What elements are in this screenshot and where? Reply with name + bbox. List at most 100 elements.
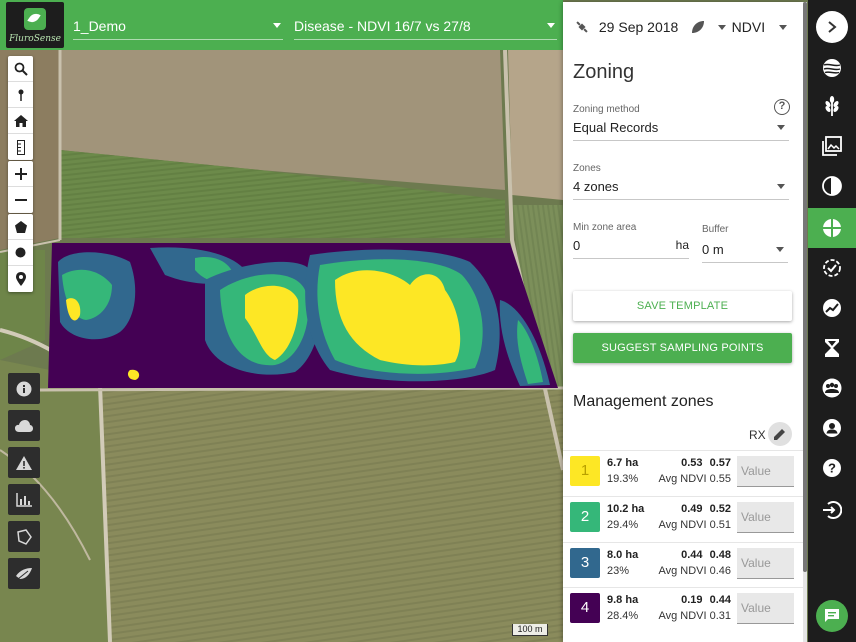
marker-icon: [15, 272, 26, 286]
chevron-down-icon: [273, 23, 281, 28]
field-boundary-button[interactable]: [8, 521, 40, 552]
zone-percent: 28.4%: [607, 610, 639, 622]
rx-edit-button[interactable]: [768, 422, 792, 446]
save-template-button[interactable]: SAVE TEMPLATE: [573, 291, 792, 321]
zone-row[interactable]: 2 10.2 ha 29.4% 0.49 0.52 Avg NDVI 0.51 Value: [563, 496, 803, 542]
zone-avg-ndvi: Avg NDVI 0.46: [658, 565, 731, 577]
chart-button[interactable]: [8, 484, 40, 515]
zone-value-input[interactable]: Value: [737, 593, 794, 624]
zone-row[interactable]: 3 8.0 ha 23% 0.44 0.48 Avg NDVI 0.46 Value: [563, 542, 803, 588]
zone-value-input[interactable]: Value: [737, 456, 794, 487]
minus-icon: [14, 199, 27, 201]
leaf-logo-icon: [24, 8, 46, 30]
search-icon: [14, 62, 28, 76]
chevron-down-icon: [718, 25, 727, 30]
zone-ndvi-range: 0.49 0.52: [681, 503, 731, 515]
globe-icon: [823, 59, 841, 77]
chevron-right-icon: [828, 21, 837, 33]
rail-help[interactable]: ?: [808, 448, 856, 488]
zones-value: 4 zones: [573, 179, 789, 200]
info-icon: [16, 381, 32, 396]
warning-icon: [16, 455, 32, 470]
field-shape-icon: [17, 528, 32, 545]
svg-text:?: ?: [828, 461, 836, 476]
zoning-method-select[interactable]: Zoning method Equal Records: [573, 104, 789, 141]
panel-scrollbar[interactable]: [803, 2, 807, 642]
date-select[interactable]: 29 Sep 2018: [575, 19, 727, 35]
zone-swatch: 2: [570, 502, 600, 532]
rail-contrast[interactable]: [808, 166, 856, 206]
farm-select[interactable]: 1_Demo: [73, 0, 283, 50]
wheat-icon: [825, 96, 839, 116]
pin-tool[interactable]: [8, 82, 33, 108]
rail-crop[interactable]: [808, 86, 856, 126]
zone-row[interactable]: 1 6.7 ha 19.3% 0.53 0.57 Avg NDVI 0.55 Value: [563, 450, 803, 496]
chevron-down-icon: [777, 184, 785, 189]
brand-logo[interactable]: FluroSense: [6, 2, 64, 48]
min-zone-area-input[interactable]: 0 ha: [573, 238, 689, 259]
zoom-in-button[interactable]: [8, 161, 33, 187]
right-nav-rail: ?: [808, 0, 856, 642]
ruler-tool[interactable]: [8, 134, 33, 160]
zones-select[interactable]: Zones 4 zones: [573, 163, 789, 200]
zone-percent: 23%: [607, 565, 630, 577]
zone-avg-ndvi: Avg NDVI 0.51: [658, 519, 731, 531]
rail-zoning[interactable]: [808, 208, 856, 248]
chevron-down-icon: [777, 125, 785, 130]
zoning-method-label: Zoning method: [573, 104, 640, 115]
buffer-select[interactable]: Buffer 0 m: [702, 224, 788, 263]
draw-tools: [8, 214, 33, 292]
rail-layers[interactable]: [808, 48, 856, 88]
weather-button[interactable]: [8, 410, 40, 441]
zoom-controls: [8, 161, 33, 213]
zoning-method-value: Equal Records: [573, 120, 789, 141]
zone-value-input[interactable]: Value: [737, 548, 794, 579]
scrollbar-thumb[interactable]: [803, 2, 807, 572]
draw-polygon-tool[interactable]: [8, 214, 33, 240]
rail-logout[interactable]: [808, 490, 856, 530]
zone-ndvi-range: 0.19 0.44: [681, 594, 731, 606]
suggest-sampling-points-button[interactable]: SUGGEST SAMPLING POINTS: [573, 333, 792, 363]
zone-avg-ndvi: Avg NDVI 0.55: [658, 473, 731, 485]
info-button[interactable]: [8, 373, 40, 404]
rail-photos[interactable]: [808, 126, 856, 166]
map-scale-bar: 100 m: [512, 624, 548, 636]
min-zone-area-field[interactable]: Min zone area 0 ha: [573, 222, 689, 259]
rail-trend[interactable]: [808, 288, 856, 328]
rail-user[interactable]: [808, 408, 856, 448]
draw-marker-tool[interactable]: [8, 266, 33, 292]
logo-text: FluroSense: [9, 34, 61, 44]
home-tool[interactable]: [8, 108, 33, 134]
index-select[interactable]: NDVI: [732, 19, 787, 35]
collapse-panel-button[interactable]: [816, 11, 848, 43]
panel-title: Zoning: [573, 61, 635, 83]
leaf-icon: [692, 21, 705, 33]
min-zone-area-unit: ha: [675, 238, 689, 252]
zone-swatch: 4: [570, 593, 600, 623]
layer-select-value: Disease - NDVI 16/7 vs 27/8: [294, 18, 471, 34]
zones-label: Zones: [573, 163, 601, 174]
rail-check[interactable]: [808, 248, 856, 288]
layer-select[interactable]: Disease - NDVI 16/7 vs 27/8: [294, 0, 557, 50]
rail-history[interactable]: [808, 328, 856, 368]
trend-icon: [823, 299, 841, 317]
zoom-out-button[interactable]: [8, 187, 33, 213]
draw-circle-tool[interactable]: [8, 240, 33, 266]
crop-button[interactable]: [8, 558, 40, 589]
logout-icon: [823, 501, 842, 519]
zone-ndvi-range: 0.53 0.57: [681, 457, 731, 469]
zone-area: 9.8 ha: [607, 594, 639, 606]
chat-button[interactable]: [816, 600, 848, 632]
zone-row[interactable]: 4 9.8 ha 28.4% 0.19 0.44 Avg NDVI 0.31 Value: [563, 587, 803, 633]
alerts-button[interactable]: [8, 447, 40, 478]
bar-chart-icon: [16, 492, 32, 507]
zone-area: 10.2 ha: [607, 503, 645, 515]
user-icon: [823, 419, 841, 437]
search-tool[interactable]: [8, 56, 33, 82]
ndvi-zone-overlay[interactable]: [48, 243, 558, 388]
buffer-label: Buffer: [702, 224, 729, 235]
zone-value-input[interactable]: Value: [737, 502, 794, 533]
rail-team[interactable]: [808, 368, 856, 408]
zone-avg-ndvi: Avg NDVI 0.31: [658, 610, 731, 622]
zoning-icon: [823, 219, 841, 237]
